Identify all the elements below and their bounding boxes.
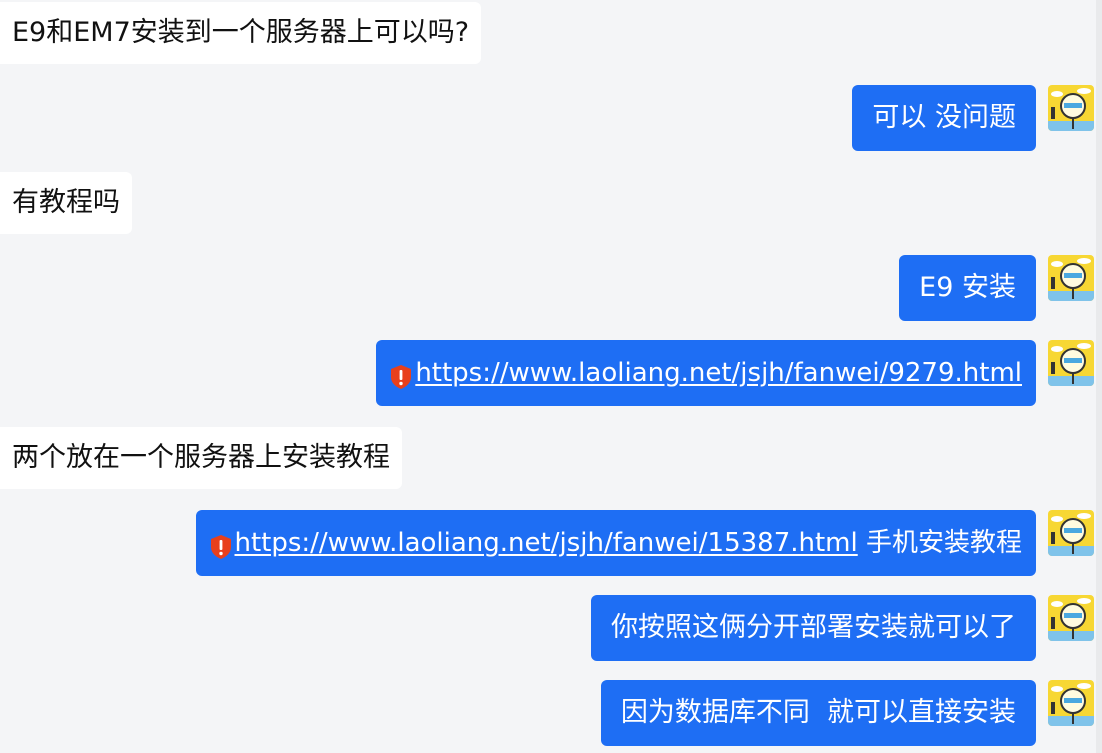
cartoon-avatar-icon <box>1048 255 1094 301</box>
user-avatar[interactable] <box>1048 85 1094 131</box>
user-avatar[interactable] <box>1048 680 1094 726</box>
cartoon-avatar-icon <box>1048 680 1094 726</box>
outgoing-message: 因为数据库不同 就可以直接安装 <box>600 680 1036 746</box>
message-text: 两个放在一个服务器上安装教程 <box>12 442 390 473</box>
user-avatar[interactable] <box>1048 340 1094 386</box>
shield-warning-icon <box>391 365 412 389</box>
outgoing-message: https://www.laoliang.net/jsjh/fanwei/927… <box>376 340 1036 406</box>
message-text: E9和EM7安装到一个服务器上可以吗? <box>12 17 470 48</box>
message-text: 可以 没问题 <box>872 102 1016 133</box>
incoming-message: 两个放在一个服务器上安装教程 <box>0 427 402 489</box>
message-text: 有教程吗 <box>12 187 120 218</box>
user-avatar[interactable] <box>1048 595 1094 641</box>
incoming-message: E9和EM7安装到一个服务器上可以吗? <box>0 2 482 64</box>
user-avatar[interactable] <box>1048 255 1094 301</box>
cartoon-avatar-icon <box>1048 85 1094 131</box>
outgoing-message: 可以 没问题 <box>852 85 1036 151</box>
cartoon-avatar-icon <box>1048 595 1094 641</box>
message-link[interactable]: https://www.laoliang.net/jsjh/fanwei/927… <box>415 357 1022 389</box>
message-text: 手机安装教程 <box>857 528 1022 558</box>
outgoing-message: 你按照这俩分开部署安装就可以了 <box>591 595 1036 661</box>
outgoing-message: https://www.laoliang.net/jsjh/fanwei/153… <box>195 510 1036 576</box>
outgoing-message: E9 安装 <box>899 255 1036 321</box>
cartoon-avatar-icon <box>1048 340 1094 386</box>
message-text: 你按照这俩分开部署安装就可以了 <box>611 612 1016 643</box>
shield-warning-icon <box>210 535 231 559</box>
message-text: 因为数据库不同 就可以直接安装 <box>620 697 1016 728</box>
cartoon-avatar-icon <box>1048 510 1094 556</box>
message-link[interactable]: https://www.laoliang.net/jsjh/fanwei/153… <box>235 527 858 559</box>
incoming-message: 有教程吗 <box>0 172 132 234</box>
user-avatar[interactable] <box>1048 510 1094 556</box>
message-text: E9 安装 <box>919 272 1016 303</box>
scrollbar[interactable] <box>1096 0 1102 753</box>
